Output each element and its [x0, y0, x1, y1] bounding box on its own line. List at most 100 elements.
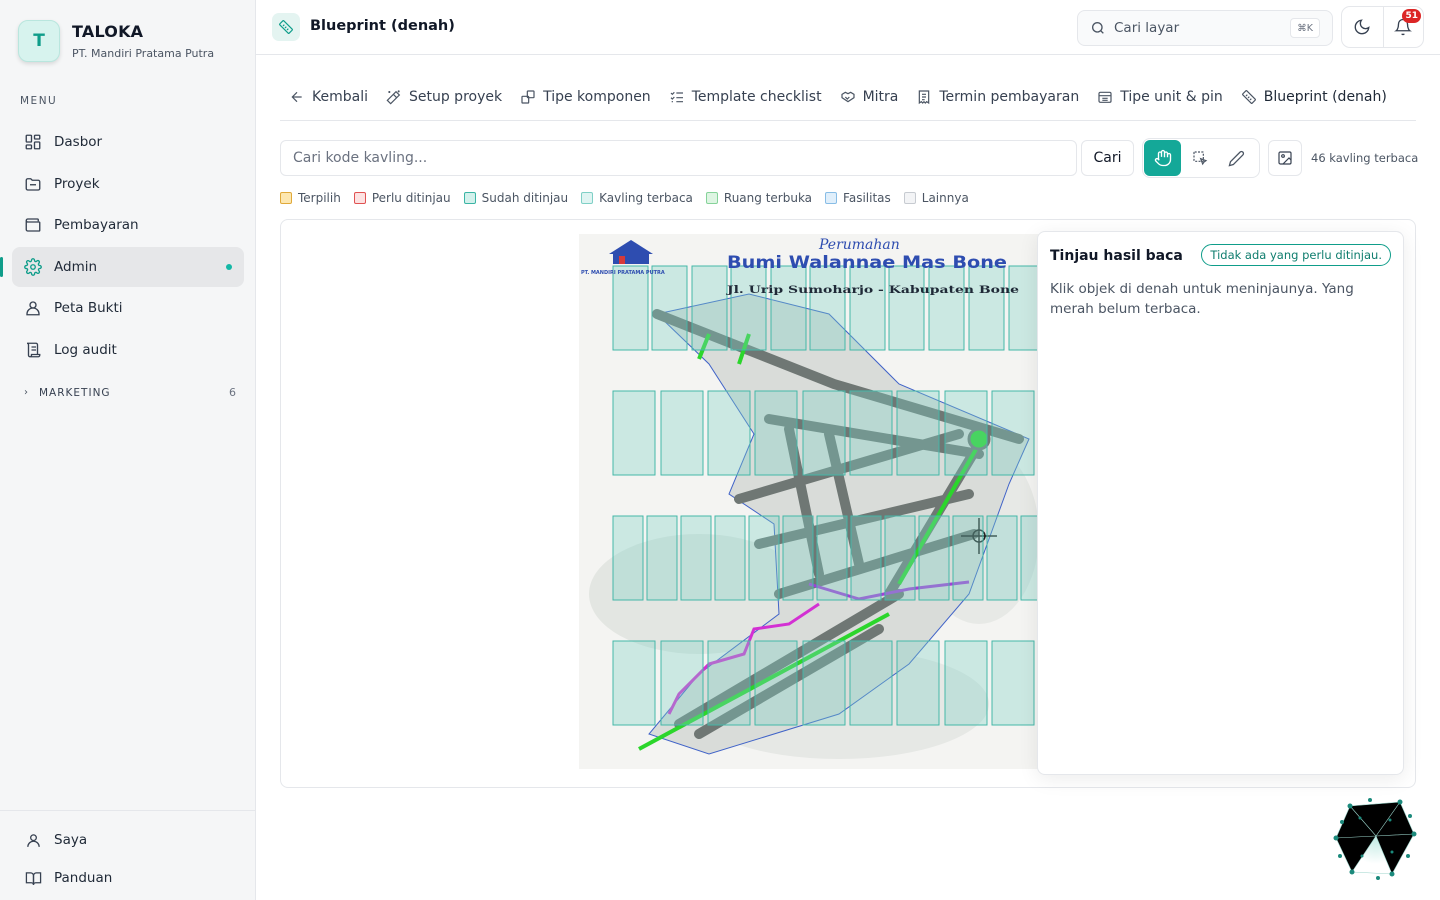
gear-icon [24, 257, 42, 276]
brand[interactable]: T TALOKA PT. Mandiri Pratama Putra [18, 20, 214, 62]
status-legend: Terpilih Perlu ditinjau Sudah ditinjau K… [280, 191, 982, 205]
sidebar-item-label: Panduan [54, 870, 113, 886]
section-count: 6 [229, 386, 236, 399]
blueprint-company: PT. MANDIRI PRATAMA PUTRA [581, 270, 665, 276]
shortcut-hint: ⌘K [1290, 18, 1320, 38]
company-name: PT. Mandiri Pratama Putra [72, 47, 215, 60]
legend-swatch [353, 192, 366, 204]
notifications-button[interactable]: 51 [1382, 7, 1424, 47]
checklist-icon [669, 89, 685, 105]
hand-icon [1154, 149, 1172, 167]
tab-kembali[interactable]: Kembali [280, 75, 377, 119]
sidebar-item-label: Log audit [54, 341, 117, 358]
sidebar-section-marketing[interactable]: › MARKETING 6 [24, 386, 236, 399]
image-toggle-button[interactable] [1268, 140, 1302, 176]
wallet-icon [24, 216, 42, 234]
blueprint-script-title: Perumahan [818, 237, 900, 253]
user-pin-icon [24, 299, 42, 317]
legend-kavling-terbaca: Kavling terbaca [581, 191, 693, 205]
wand-icon [386, 89, 402, 105]
tab-tipe-unit-pin[interactable]: Tipe unit & pin [1088, 75, 1232, 119]
sidebar-item-panduan[interactable]: Panduan [0, 859, 256, 897]
scroll-icon [24, 341, 42, 359]
legend-swatch [903, 192, 916, 204]
sidebar-item-pembayaran[interactable]: Pembayaran [12, 205, 244, 245]
sidebar-item-label: Proyek [54, 175, 100, 192]
screen-search[interactable]: Cari layar ⌘K [1077, 10, 1333, 46]
image-icon [1277, 150, 1293, 166]
legend-sudah-ditinjau: Sudah ditinjau [463, 191, 568, 205]
legend-perlu-ditinjau: Perlu ditinjau [353, 191, 451, 205]
app-name: TALOKA [72, 22, 144, 41]
top-header: Blueprint (denah) Cari layar ⌘K 51 [256, 0, 1440, 55]
sidebar-item-label: Admin [54, 258, 98, 275]
legend-fasilitas: Fasilitas [825, 191, 891, 205]
tab-template-checklist[interactable]: Template checklist [660, 75, 831, 119]
notification-badge: 51 [1402, 9, 1421, 23]
moon-icon [1353, 18, 1371, 36]
sidebar-item-dasbor[interactable]: Dasbor [12, 122, 244, 162]
page-title: Blueprint (denah) [310, 18, 455, 34]
legend-swatch [705, 192, 718, 204]
sidebar-item-proyek[interactable]: Proyek [12, 164, 244, 204]
tab-tipe-komponen[interactable]: Tipe komponen [511, 75, 660, 119]
sidebar: T TALOKA PT. Mandiri Pratama Putra MENU … [0, 0, 256, 900]
review-panel-title: Tinjau hasil baca [1050, 248, 1183, 264]
legend-swatch [581, 192, 594, 204]
legend-terpilih: Terpilih [280, 191, 341, 205]
sidebar-bottom: Saya Panduan [0, 810, 256, 897]
tab-setup-proyek[interactable]: Setup proyek [377, 75, 511, 119]
read-count-label: 46 kavling terbaca [1311, 151, 1419, 165]
blocks-icon [520, 89, 536, 105]
arrow-left-icon [289, 89, 305, 105]
sidebar-item-label: Peta Bukti [54, 300, 123, 316]
legend-swatch [825, 192, 838, 204]
sidebar-item-label: Dasbor [54, 134, 103, 150]
sidebar-item-label: Pembayaran [54, 217, 139, 233]
review-panel: Tinjau hasil baca Tidak ada yang perlu d… [1037, 231, 1404, 775]
tab-termin-pembayaran[interactable]: Termin pembayaran [907, 75, 1088, 119]
search-icon [1090, 20, 1106, 36]
folder-icon [24, 175, 42, 193]
layers-icon [1097, 89, 1113, 105]
ruler-icon [1241, 89, 1257, 105]
review-panel-description: Klik objek di denah untuk meninjaunya. Y… [1050, 281, 1354, 317]
tab-mitra[interactable]: Mitra [831, 75, 908, 119]
app-logo: T [18, 20, 60, 62]
active-indicator [226, 263, 232, 270]
blueprint-address: Jl. Urip Sumoharjo - Kabupaten Bone [726, 284, 1020, 296]
section-label: MARKETING [39, 386, 111, 399]
mode-toggle-group [1142, 138, 1260, 178]
legend-swatch [280, 192, 292, 204]
pencil-icon [1228, 150, 1245, 167]
select-area-icon [1192, 150, 1208, 166]
sidebar-item-label: Saya [54, 832, 88, 848]
header-actions: 51 [1341, 6, 1424, 48]
receipt-icon [916, 89, 932, 105]
menu-section-title: MENU [20, 95, 58, 107]
book-icon [24, 869, 42, 887]
search-button[interactable]: Cari [1081, 140, 1134, 176]
sidebar-item-peta-bukti[interactable]: Peta Bukti [12, 288, 244, 328]
legend-ruang-terbuka: Ruang terbuka [705, 191, 812, 205]
site-plan-image[interactable]: PT. MANDIRI PRATAMA PUTRA Perumahan Bumi… [579, 234, 1049, 769]
legend-swatch [463, 192, 476, 204]
handshake-icon [840, 89, 856, 105]
legend-lainnya: Lainnya [903, 191, 969, 205]
select-mode-button[interactable] [1181, 140, 1218, 176]
sidebar-item-admin[interactable]: Admin [0, 246, 244, 287]
tab-blueprint[interactable]: Blueprint (denah) [1232, 75, 1396, 119]
dashboard-icon [24, 133, 42, 151]
blueprint-title: Bumi Walannae Mas Bone [727, 253, 1007, 273]
edit-mode-button[interactable] [1218, 140, 1255, 176]
admin-subnav: Kembali Setup proyek Tipe komponen Templ… [280, 74, 1416, 121]
pan-mode-button[interactable] [1144, 140, 1181, 176]
kavling-search-input[interactable] [280, 140, 1077, 176]
review-status-badge: Tidak ada yang perlu ditinjau. [1201, 244, 1391, 266]
sidebar-nav: Dasbor Proyek Pembayaran Admin Peta Bukt… [0, 122, 244, 371]
theme-toggle-button[interactable] [1342, 7, 1383, 47]
ruler-icon [272, 13, 300, 41]
sidebar-item-saya[interactable]: Saya [0, 821, 256, 859]
sidebar-item-log-audit[interactable]: Log audit [12, 330, 244, 370]
chevron-right-icon: › [24, 387, 29, 398]
